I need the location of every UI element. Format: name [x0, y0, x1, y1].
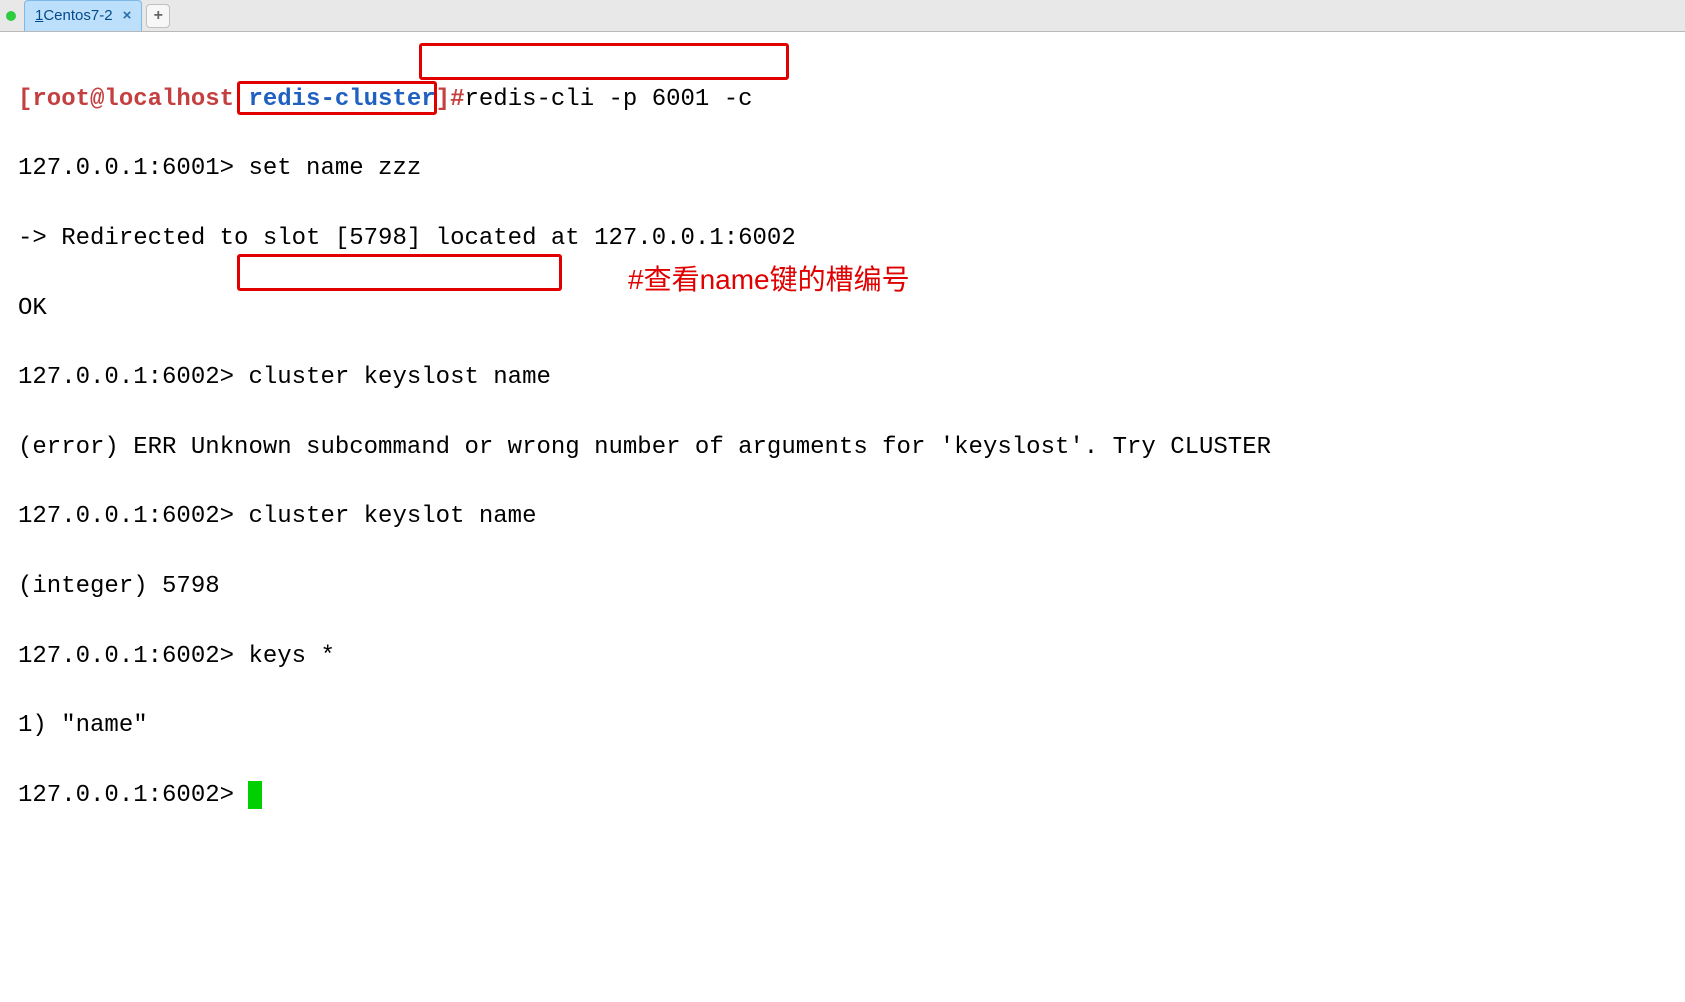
prompt-6002: 127.0.0.1:6002> [18, 503, 248, 530]
tab-accelerator: 1 [35, 5, 43, 27]
tab-bar: 1 Centos7-2 × + [0, 0, 1685, 32]
prompt-user-host: [root@localhost [18, 86, 248, 113]
close-icon[interactable]: × [123, 5, 132, 27]
tab-title: Centos7-2 [43, 5, 112, 27]
output-error: (error) ERR Unknown subcommand or wrong … [18, 431, 1667, 466]
terminal-cursor [248, 781, 262, 809]
prompt-6002: 127.0.0.1:6002> [18, 782, 248, 809]
highlight-box-redis-cli [419, 43, 789, 80]
highlight-box-cluster-keyslot [237, 254, 562, 291]
output-redirect: -> Redirected to slot [5798] located at … [18, 222, 1667, 257]
prompt-6002: 127.0.0.1:6002> [18, 364, 248, 391]
annotation-text: #查看name键的槽编号 [628, 260, 910, 301]
output-keys-result: 1) "name" [18, 709, 1667, 744]
prompt-path: redis-cluster [248, 86, 435, 113]
plus-icon: + [154, 4, 163, 27]
tab-centos7-2[interactable]: 1 Centos7-2 × [24, 0, 142, 31]
prompt-6001: 127.0.0.1:6001> [18, 155, 248, 182]
cmd-redis-cli: redis-cli -p 6001 -c [464, 86, 752, 113]
terminal-output[interactable]: [root@localhost redis-cluster]#redis-cli… [0, 32, 1685, 1002]
prompt-6002: 127.0.0.1:6002> [18, 643, 248, 670]
new-tab-button[interactable]: + [146, 4, 170, 28]
connection-status-dot [6, 11, 16, 21]
cmd-keys-star: keys * [248, 643, 334, 670]
cmd-cluster-keyslot: cluster keyslot name [248, 503, 536, 530]
cmd-cluster-keyslost: cluster keyslost name [248, 364, 550, 391]
cmd-set-name: set name zzz [248, 155, 421, 182]
output-integer: (integer) 5798 [18, 570, 1667, 605]
prompt-end: ]# [436, 86, 465, 113]
